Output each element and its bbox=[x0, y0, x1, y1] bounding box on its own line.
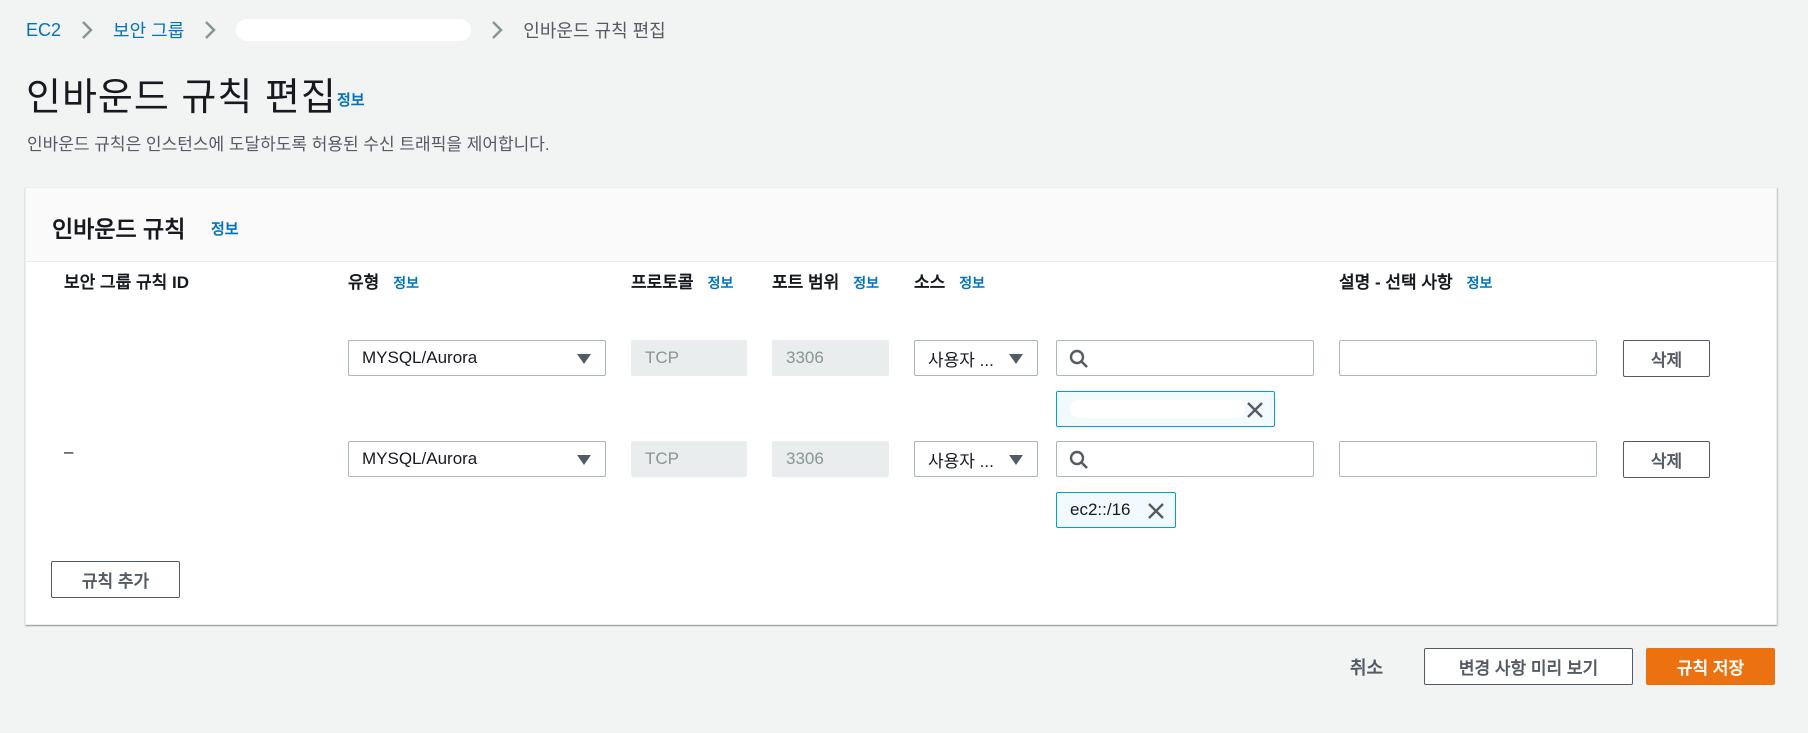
source-token: ec2::/16 bbox=[1056, 492, 1176, 528]
column-label: 설명 - 선택 사항 bbox=[1339, 273, 1453, 292]
breadcrumb-redacted-group[interactable] bbox=[236, 19, 472, 41]
type-select-value: MYSQL/Aurora bbox=[362, 348, 478, 367]
type-select-value: MYSQL/Aurora bbox=[362, 449, 478, 468]
breadcrumb-ec2[interactable]: EC2 bbox=[26, 20, 61, 41]
source-search-input[interactable] bbox=[1056, 441, 1314, 477]
port-range-field: 3306 bbox=[772, 441, 889, 477]
port-info-link[interactable]: 정보 bbox=[853, 275, 879, 291]
source-search-input[interactable] bbox=[1056, 340, 1314, 376]
close-icon[interactable] bbox=[1147, 502, 1165, 525]
panel-header: 인바운드 규칙 정보 bbox=[26, 188, 1776, 262]
breadcrumb-current: 인바운드 규칙 편집 bbox=[523, 21, 666, 41]
protocol-field: TCP bbox=[631, 340, 747, 376]
type-select[interactable]: MYSQL/Aurora bbox=[348, 340, 606, 376]
type-select[interactable]: MYSQL/Aurora bbox=[348, 441, 606, 477]
column-label: 프로토콜 bbox=[631, 273, 694, 292]
source-info-link[interactable]: 정보 bbox=[959, 275, 985, 291]
save-rules-button[interactable]: 규칙 저장 bbox=[1646, 648, 1775, 685]
rule-id-value: – bbox=[64, 442, 74, 461]
page-title: 인바운드 규칙 편집 bbox=[26, 77, 337, 119]
inbound-rules-panel: 인바운드 규칙 정보 보안 그룹 규칙 ID 유형 정보 프로토콜 정보 포트 범위… bbox=[25, 187, 1777, 625]
search-icon bbox=[1069, 349, 1089, 374]
port-range-field: 3306 bbox=[772, 340, 889, 376]
caret-down-icon bbox=[1009, 455, 1023, 465]
breadcrumb: EC2 보안 그룹 인바운드 규칙 편집 bbox=[26, 18, 666, 42]
column-header-rule-id: 보안 그룹 규칙 ID bbox=[64, 270, 189, 295]
source-type-value: 사용자 ... bbox=[928, 350, 994, 370]
source-type-select[interactable]: 사용자 ... bbox=[914, 340, 1038, 376]
column-label: 포트 범위 bbox=[772, 273, 840, 292]
caret-down-icon bbox=[577, 354, 591, 364]
panel-info-link[interactable]: 정보 bbox=[211, 218, 239, 239]
column-header-source: 소스 정보 bbox=[914, 270, 985, 296]
add-rule-button[interactable]: 규칙 추가 bbox=[51, 561, 180, 598]
page-description: 인바운드 규칙은 인스턴스에 도달하도록 허용된 수신 트래픽을 제어합니다. bbox=[27, 135, 550, 154]
column-header-type: 유형 정보 bbox=[348, 270, 419, 296]
column-label: 유형 bbox=[348, 273, 380, 292]
preview-changes-button[interactable]: 변경 사항 미리 보기 bbox=[1424, 648, 1633, 685]
column-label: 보안 그룹 규칙 ID bbox=[64, 273, 190, 292]
column-header-protocol: 프로토콜 정보 bbox=[631, 270, 743, 296]
caret-down-icon bbox=[577, 455, 591, 465]
search-icon bbox=[1069, 450, 1089, 475]
column-header-description: 설명 - 선택 사항 정보 bbox=[1339, 270, 1492, 296]
source-token-label: ec2::/16 bbox=[1070, 500, 1131, 519]
description-input[interactable] bbox=[1339, 340, 1597, 376]
title-info-link[interactable]: 정보 bbox=[337, 89, 365, 110]
column-label: 소스 bbox=[914, 273, 946, 292]
chevron-right-icon bbox=[491, 18, 504, 42]
source-type-value: 사용자 ... bbox=[928, 451, 994, 471]
close-icon[interactable] bbox=[1246, 401, 1264, 424]
description-input[interactable] bbox=[1339, 441, 1597, 477]
delete-button[interactable]: 삭제 bbox=[1623, 441, 1710, 478]
source-token-redacted bbox=[1070, 400, 1245, 418]
description-info-link[interactable]: 정보 bbox=[1467, 275, 1493, 291]
source-type-select[interactable]: 사용자 ... bbox=[914, 441, 1038, 477]
protocol-info-link[interactable]: 정보 bbox=[708, 275, 734, 291]
protocol-field: TCP bbox=[631, 441, 747, 477]
chevron-right-icon bbox=[204, 18, 217, 42]
panel-title: 인바운드 규칙 bbox=[52, 216, 186, 242]
cancel-button[interactable]: 취소 bbox=[1350, 654, 1383, 680]
delete-button[interactable]: 삭제 bbox=[1623, 340, 1710, 377]
source-token bbox=[1056, 391, 1275, 427]
type-info-link[interactable]: 정보 bbox=[393, 275, 419, 291]
column-header-port-range: 포트 범위 정보 bbox=[772, 270, 884, 296]
caret-down-icon bbox=[1009, 354, 1023, 364]
breadcrumb-security-groups[interactable]: 보안 그룹 bbox=[113, 17, 184, 43]
chevron-right-icon bbox=[81, 18, 93, 42]
